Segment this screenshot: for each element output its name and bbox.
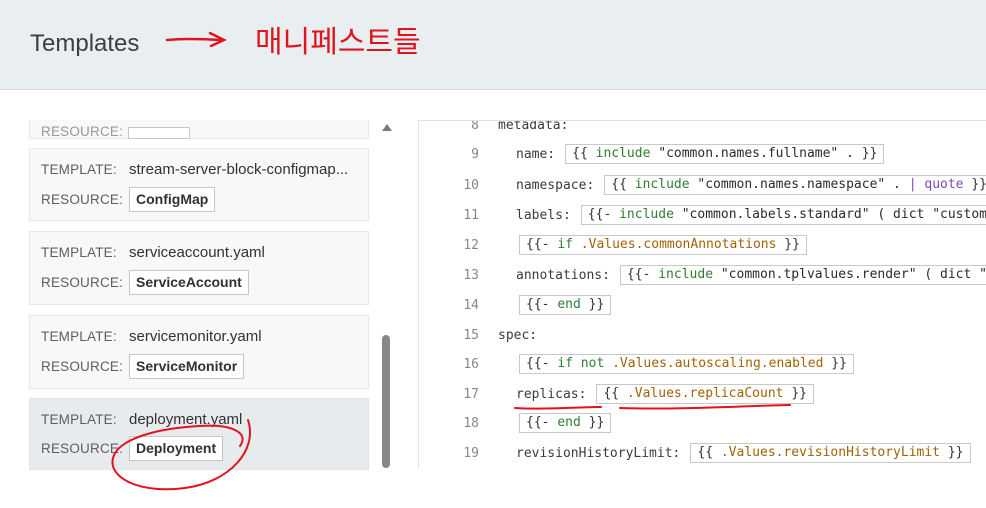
line-number: 14 (463, 297, 479, 313)
template-label: TEMPLATE: (41, 162, 117, 177)
line-number: 12 (463, 237, 479, 253)
line-number: 8 (471, 120, 479, 133)
yaml-key: annotations: (516, 267, 610, 283)
line-number: 15 (463, 327, 479, 343)
resource-label: RESOURCE: (41, 124, 124, 139)
template-name: stream-server-block-configmap... (129, 161, 349, 178)
code-line: 8 metadata: (419, 120, 986, 139)
yaml-key: spec: (498, 327, 538, 343)
yaml-key: revisionHistoryLimit: (516, 445, 681, 461)
code-line: 11 labels: {{- include "common.labels.st… (419, 201, 986, 229)
template-name: serviceaccount.yaml (129, 244, 265, 261)
template-name: servicemonitor.yaml (129, 328, 262, 345)
template-expression: {{ .Values.replicaCount }} (596, 384, 814, 404)
yaml-key: labels: (516, 207, 571, 223)
template-list-scrollbar[interactable] (378, 120, 396, 468)
line-number: 10 (463, 177, 479, 193)
template-label: TEMPLATE: (41, 245, 117, 260)
resource-badge: ServiceMonitor (129, 354, 245, 379)
code-line: 16 {{- if not .Values.autoscaling.enable… (419, 350, 986, 378)
code-line: 14 {{- end }} (419, 291, 986, 319)
code-editor[interactable]: 8 metadata: 9 name: {{ include "common.n… (418, 120, 986, 468)
page-title: Templates (30, 30, 140, 57)
resource-badge: Deployment (129, 436, 224, 461)
line-number: 16 (463, 356, 479, 372)
line-number: 18 (463, 415, 479, 431)
yaml-key: name: (516, 146, 556, 162)
scroll-thumb[interactable] (382, 335, 390, 468)
code-line: 9 name: {{ include "common.names.fullnam… (419, 140, 986, 168)
resource-label: RESOURCE: (41, 359, 124, 374)
page-header: Templates (0, 0, 986, 90)
line-number: 11 (463, 207, 479, 223)
yaml-key: metadata: (498, 120, 569, 133)
code-line: 13 annotations: {{- include "common.tplv… (419, 261, 986, 289)
template-list[interactable]: RESOURCE: TEMPLATE: stream-server-block-… (29, 120, 369, 470)
template-expression: {{- if .Values.commonAnnotations }} (519, 235, 807, 255)
resource-badge: ServiceAccount (129, 270, 249, 295)
resource-badge (128, 127, 190, 139)
code-line: 17 replicas: {{ .Values.replicaCount }} (419, 380, 986, 408)
template-card-servicemonitor[interactable]: TEMPLATE: servicemonitor.yaml RESOURCE: … (29, 315, 369, 389)
template-expression: {{- end }} (519, 413, 612, 433)
template-expression: {{- include "common.labels.standard" ( d… (580, 205, 986, 225)
code-line: 15 spec: (419, 321, 986, 349)
line-number: 17 (463, 386, 479, 402)
resource-badge: ConfigMap (129, 187, 216, 212)
template-name: deployment.yaml (129, 411, 243, 428)
scroll-up-arrow-icon[interactable] (382, 124, 392, 131)
line-number: 9 (471, 146, 479, 162)
template-expression: {{ .Values.revisionHistoryLimit }} (690, 443, 971, 463)
template-card-deployment[interactable]: TEMPLATE: deployment.yaml RESOURCE: Depl… (29, 398, 369, 470)
code-line: 10 namespace: {{ include "common.names.n… (419, 171, 986, 199)
template-label: TEMPLATE: (41, 329, 117, 344)
line-number: 13 (463, 267, 479, 283)
template-expression: {{- end }} (519, 295, 612, 315)
resource-label: RESOURCE: (41, 275, 124, 290)
yaml-key: replicas: (516, 386, 587, 402)
yaml-key: namespace: (516, 177, 595, 193)
template-expression: {{- if not .Values.autoscaling.enabled }… (519, 354, 854, 374)
code-line: 19 revisionHistoryLimit: {{ .Values.revi… (419, 439, 986, 467)
template-label: TEMPLATE: (41, 412, 117, 427)
template-expression: {{ include "common.names.namespace" . | … (604, 175, 986, 195)
template-expression: {{- include "common.tplvalues.render" ( … (619, 265, 986, 285)
resource-label: RESOURCE: (41, 192, 124, 207)
resource-label: RESOURCE: (41, 441, 124, 456)
code-line: 12 {{- if .Values.commonAnnotations }} (419, 231, 986, 259)
template-card-partial[interactable]: RESOURCE: (29, 120, 369, 139)
template-expression: {{ include "common.names.fullname" . }} (565, 144, 885, 164)
template-card-serviceaccount[interactable]: TEMPLATE: serviceaccount.yaml RESOURCE: … (29, 231, 369, 305)
line-number: 19 (463, 445, 479, 461)
code-line: 18 {{- end }} (419, 409, 986, 437)
template-card-configmap[interactable]: TEMPLATE: stream-server-block-configmap.… (29, 148, 369, 221)
